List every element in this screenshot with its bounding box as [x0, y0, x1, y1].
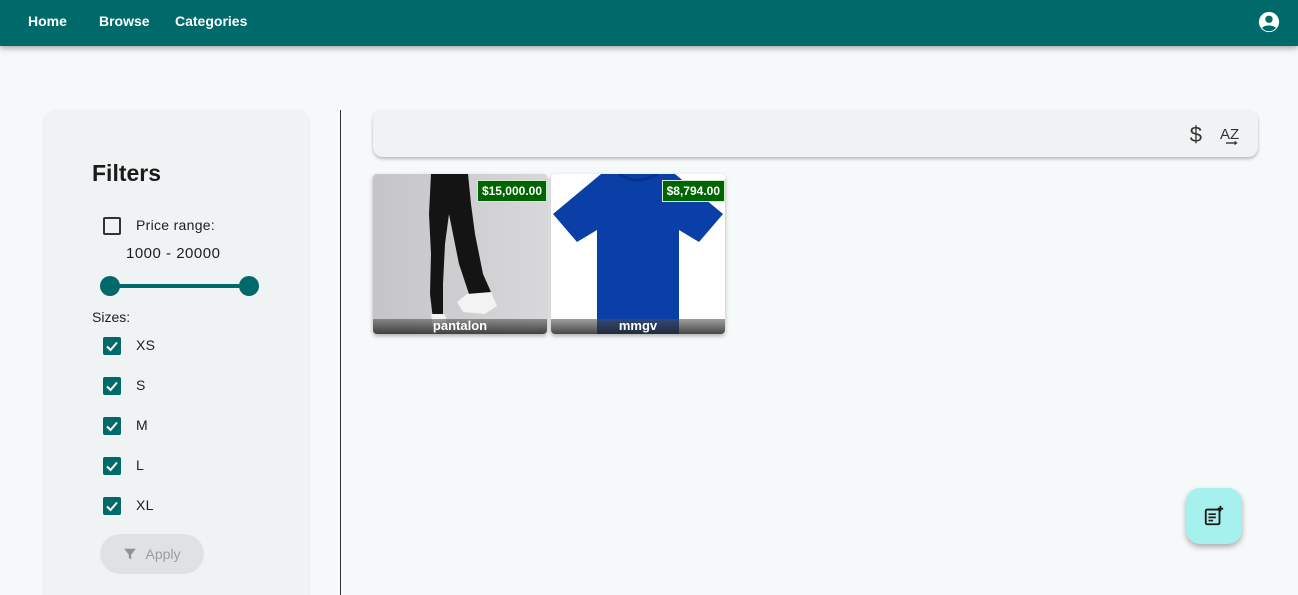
size-xl-checkbox[interactable] — [103, 497, 121, 515]
price-range-checkbox[interactable] — [103, 217, 121, 235]
price-badge: $15,000.00 — [476, 180, 547, 202]
add-note-icon — [1204, 505, 1224, 526]
product-title: mmgv — [551, 319, 725, 334]
apply-button-label: Apply — [145, 546, 181, 562]
top-navbar: Home Browse Categories — [0, 0, 1298, 46]
sizes-label: Sizes: — [92, 309, 131, 325]
nav-categories-link[interactable]: Categories — [175, 13, 247, 29]
filters-panel: Filters Price range: 1000 - 20000 Sizes:… — [44, 110, 309, 595]
size-m-label: M — [136, 417, 148, 433]
size-m-checkbox[interactable] — [103, 417, 121, 435]
sort-az-icon[interactable]: AZ — [1220, 122, 1244, 146]
size-l-label: L — [136, 457, 145, 473]
dollar-icon[interactable]: $ — [1190, 122, 1202, 148]
size-s-label: S — [136, 377, 146, 393]
product-card[interactable]: $15,000.00 pantalon — [373, 174, 547, 334]
account-circle-icon[interactable] — [1258, 11, 1280, 33]
check-icon — [106, 341, 118, 352]
price-badge: $8,794.00 — [661, 180, 725, 202]
size-xs-checkbox[interactable] — [103, 337, 121, 355]
filters-title: Filters — [92, 160, 162, 186]
sort-toolbar: $ AZ — [373, 110, 1258, 157]
price-slider-max-thumb[interactable] — [239, 276, 259, 296]
price-range-label: Price range: — [136, 217, 216, 233]
check-icon — [106, 421, 118, 432]
size-xl-label: XL — [136, 497, 154, 513]
check-icon — [106, 381, 118, 392]
size-s-checkbox[interactable] — [103, 377, 121, 395]
size-l-checkbox[interactable] — [103, 457, 121, 475]
size-xs-label: XS — [136, 337, 156, 353]
check-icon — [106, 461, 118, 472]
filter-icon — [124, 548, 137, 560]
add-product-fab[interactable] — [1186, 488, 1242, 544]
sort-az-glyph: AZ — [1220, 126, 1239, 143]
price-slider-track[interactable] — [110, 284, 250, 288]
panel-divider — [340, 110, 341, 595]
apply-filters-button[interactable]: Apply — [100, 534, 204, 574]
check-icon — [106, 501, 118, 512]
price-range-value: 1000 - 20000 — [126, 245, 221, 262]
product-title: pantalon — [373, 319, 547, 334]
price-slider-min-thumb[interactable] — [100, 276, 120, 296]
nav-browse-link[interactable]: Browse — [99, 13, 150, 29]
product-card[interactable]: $8,794.00 mmgv — [551, 174, 725, 334]
nav-home-link[interactable]: Home — [28, 13, 67, 29]
